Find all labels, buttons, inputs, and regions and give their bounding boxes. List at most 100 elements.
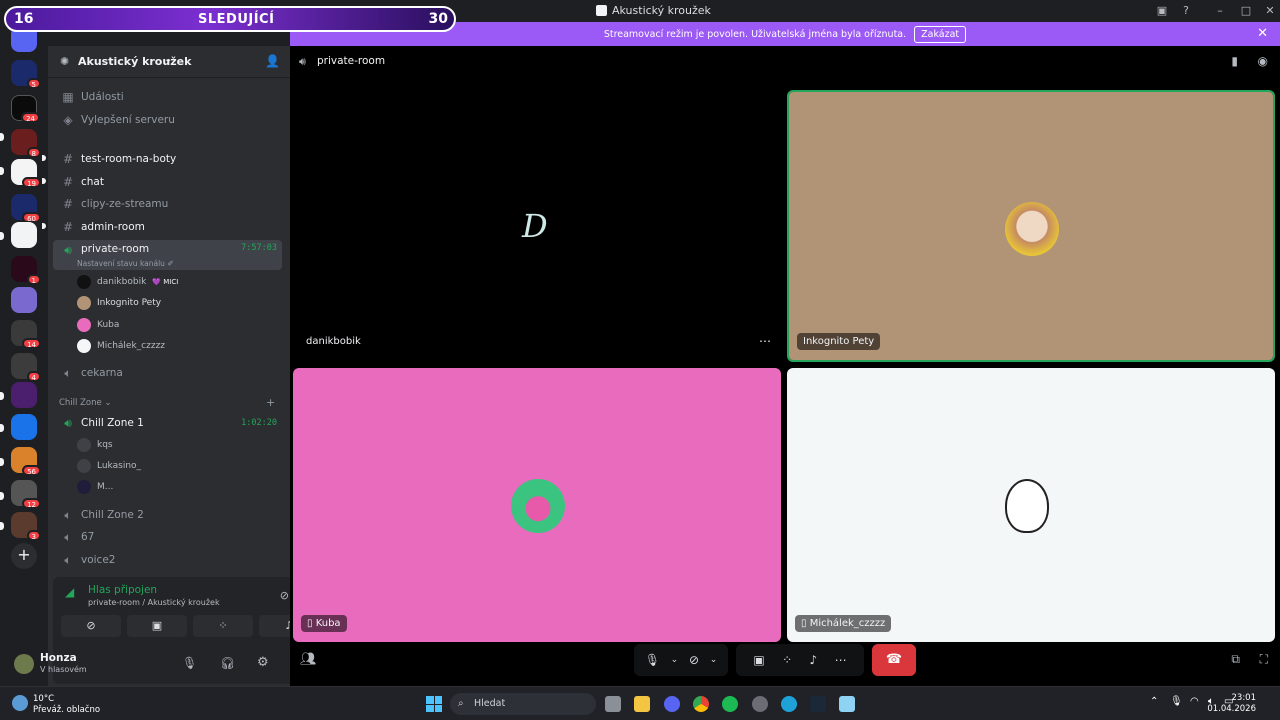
more-options-icon[interactable]: ⋯ [759,334,771,348]
voice-member[interactable]: Inkognito Pety [77,294,161,312]
add-channel-icon[interactable]: + [266,396,275,409]
task-view-icon[interactable] [605,696,621,712]
server-icon[interactable] [11,222,37,248]
video-tile-danikbobik[interactable]: D danikbobik ⋯ [293,90,781,360]
close-icon[interactable]: ✕ [1257,26,1268,41]
soundboard-icon[interactable]: ♪ [810,653,818,667]
channel-chat[interactable]: # chat [53,172,282,192]
chevron-down-icon[interactable]: ⌄ [671,655,679,665]
server-icon[interactable]: 60 [11,194,41,223]
add-people-icon[interactable]: 👥︎ [300,652,317,667]
activities-icon[interactable]: ⁘ [782,653,792,667]
app-icon[interactable] [839,696,855,712]
voice-channel-chill-zone-1[interactable]: 🔊︎ Chill Zone 1 1:02:20 [53,413,282,433]
steam-icon[interactable] [810,696,826,712]
screen-share-icon[interactable]: ▣ [753,653,764,667]
spotify-icon[interactable] [722,696,738,712]
chrome-icon[interactable] [693,696,709,712]
voice-channel-cekarna[interactable]: 🔈︎ cekarna [53,363,282,383]
weather-icon[interactable] [12,695,28,711]
server-icon[interactable] [11,287,37,313]
camera-toggle-button[interactable]: ⊘ [61,615,121,637]
add-server-icon[interactable]: + [11,543,37,569]
channel-status[interactable]: Nastavení stavu kanálu ✐ [77,259,174,268]
server-icon[interactable]: 3 [11,512,41,541]
help-icon[interactable]: ? [1178,3,1194,19]
server-icon[interactable]: 5 [11,60,41,89]
popout-icon[interactable]: ⧉ [1231,652,1240,667]
banner-text: Streamovací režim je povolen. Uživatelsk… [603,28,907,40]
speaker-icon: 🔊︎ [64,243,72,257]
hang-up-button[interactable]: ☎ [872,644,916,676]
voice-member[interactable]: danikbobik 💜 MICI [77,273,178,291]
maximize-button[interactable]: □ [1238,3,1254,19]
close-window-button[interactable]: ✕ [1262,3,1278,19]
video-tile-kuba[interactable]: ▯ Kuba [293,368,781,642]
chevron-down-icon[interactable]: ⌄ [710,655,718,665]
server-icon[interactable] [11,414,37,440]
inbox-icon[interactable]: ▣ [1154,3,1170,19]
server-icon[interactable]: 12 [11,480,41,509]
server-icon[interactable] [11,382,37,408]
server-name: Akustický kroužek [78,55,192,68]
fullscreen-icon[interactable]: ⛶ [1260,652,1268,667]
server-icon[interactable]: 8 [11,129,41,158]
bookmark-icon[interactable]: ▮ [1231,54,1238,68]
voice-member[interactable]: M... [77,478,113,496]
server-boost-item[interactable]: ◈ Vylepšení serveru [53,110,282,130]
voice-member[interactable]: kqs [77,436,113,454]
gear-icon[interactable]: ⚙ [257,655,269,670]
disable-streamer-mode-button[interactable]: Zakázat [914,25,967,43]
headphones-icon[interactable]: 🎧︎ [220,656,235,670]
avatar[interactable] [14,654,34,674]
voice-status[interactable]: Hlas připojen [88,584,157,596]
video-tile-inkognito-pety[interactable]: Inkognito Pety [787,90,1275,362]
edge-icon[interactable] [781,696,797,712]
wifi-icon[interactable]: ◠ [1190,696,1199,707]
voice-channel-voice2[interactable]: 🔈︎ voice2 [53,550,282,570]
voice-channel-path[interactable]: private-room / Akustický kroužek [88,598,220,607]
weather-widget[interactable]: 10°C Převáž. oblačno [33,694,100,716]
chat-icon[interactable]: ◉ [1258,54,1268,68]
voice-channel-67[interactable]: 🔈︎ 67 [53,527,282,547]
noise-suppression-icon[interactable]: ⊘ [280,589,289,602]
camera-off-icon[interactable]: ⊘ [689,653,699,667]
channel-test-room-na-boty[interactable]: # test-room-na-boty [53,149,282,169]
voice-member[interactable]: Michálek_czzzz [77,337,165,355]
server-icon[interactable]: 56 [11,447,41,476]
screen-share-button[interactable]: ▣ [127,615,187,637]
voice-member[interactable]: Kuba [77,316,119,334]
activities-button[interactable]: ⁘ [193,615,253,637]
voice-stage: 🔊︎ private-room ▮ ◉ D danikbobik ⋯ Inkog… [290,46,1280,686]
microphone-icon[interactable]: 🎙︎ [645,653,660,667]
voice-member[interactable]: Lukasino_ [77,457,141,475]
more-options-icon[interactable]: ⋯ [835,653,847,667]
system-clock[interactable]: 23:01 01.04.2026 [1207,693,1256,715]
events-item[interactable]: ▦ Události [53,87,282,107]
server-icon[interactable]: 1 [11,256,41,285]
voice-channel-chill-zone-2[interactable]: 🔈︎ Chill Zone 2 [53,505,282,525]
server-icon[interactable]: 19 [11,159,41,188]
start-icon[interactable] [426,696,442,712]
category-chill-zone[interactable]: Chill Zone ⌄ [59,398,112,408]
server-icon[interactable]: 14 [11,320,41,349]
server-icon[interactable]: 24 [11,95,40,123]
video-tile-michalek[interactable]: ▯ Michálek_czzzz [787,368,1275,642]
microphone-icon[interactable]: 🎙︎ [1170,696,1183,707]
obs-icon[interactable] [752,696,768,712]
channel-clipy-ze-streamu[interactable]: # clipy-ze-streamu [53,194,282,214]
minimize-button[interactable]: – [1212,3,1228,19]
discord-icon[interactable] [664,696,680,712]
taskbar-search[interactable]: ⌕ Hledat [450,693,596,715]
channel-timer: 7:57:03 [241,243,277,253]
file-explorer-icon[interactable] [634,696,650,712]
mobile-icon: ▯ [801,618,810,629]
channel-admin-room[interactable]: # admin-room [53,217,282,237]
invite-icon[interactable]: 👤 [265,54,280,68]
server-icon[interactable]: 4 [11,353,41,382]
server-header[interactable]: ✺ Akustický kroužek ⌄ 👤 [48,46,290,78]
chevron-up-icon[interactable]: ⌃ [1150,696,1158,707]
channel-sidebar: ✺ Akustický kroužek ⌄ 👤 ▦ Události ◈ Vylep… [42,46,331,686]
microphone-icon[interactable]: 🎙︎ [182,656,197,670]
unread-pip [0,458,4,466]
